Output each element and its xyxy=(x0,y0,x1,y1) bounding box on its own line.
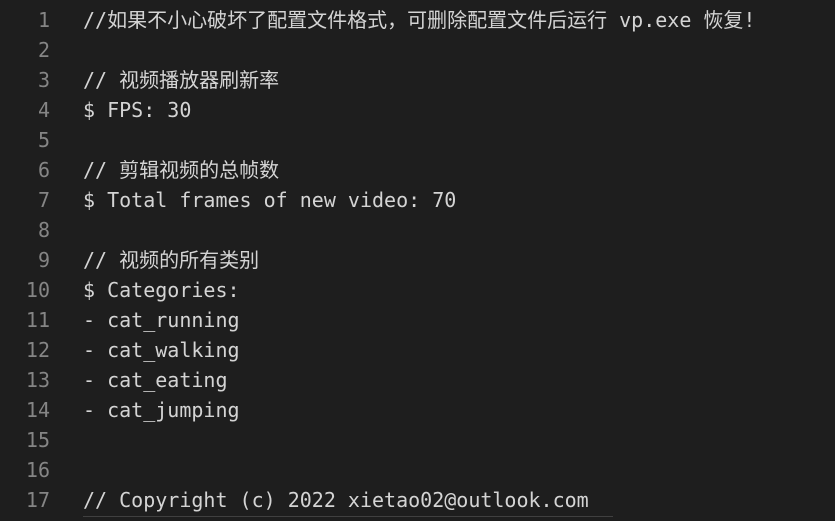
line-number: 8 xyxy=(37,218,50,242)
code-line[interactable]: 9 // 视频的所有类别 xyxy=(0,245,835,275)
line-text[interactable]: $ FPS: 30 xyxy=(50,95,191,125)
code-line[interactable]: 7 $ Total frames of new video: 70 xyxy=(0,185,835,215)
line-text[interactable]: - cat_jumping xyxy=(50,395,240,425)
line-number: 1 xyxy=(37,8,50,32)
line-text[interactable]: //如果不小心破坏了配置文件格式，可删除配置文件后运行 vp.exe 恢复! xyxy=(50,5,755,35)
code-line[interactable]: 11 - cat_running xyxy=(0,305,835,335)
line-number: 2 xyxy=(37,38,50,62)
code-line[interactable]: 1 //如果不小心破坏了配置文件格式，可删除配置文件后运行 vp.exe 恢复! xyxy=(0,5,835,35)
line-text[interactable]: // 剪辑视频的总帧数 xyxy=(50,155,279,185)
code-line[interactable]: 13 - cat_eating xyxy=(0,365,835,395)
line-number: 4 xyxy=(37,98,50,122)
code-editor[interactable]: 1 //如果不小心破坏了配置文件格式，可删除配置文件后运行 vp.exe 恢复!… xyxy=(0,5,835,515)
line-text[interactable] xyxy=(50,425,83,455)
line-number: 9 xyxy=(37,248,50,272)
code-line[interactable]: 8 xyxy=(0,215,835,245)
line-text[interactable] xyxy=(50,125,83,155)
line-number: 3 xyxy=(37,68,50,92)
line-number: 11 xyxy=(25,308,50,332)
line-number: 16 xyxy=(25,458,50,482)
line-text[interactable] xyxy=(50,215,83,245)
code-line[interactable]: 17 // Copyright (c) 2022 xietao02@outloo… xyxy=(0,485,835,515)
code-line[interactable]: 16 xyxy=(0,455,835,485)
code-line[interactable]: 6 // 剪辑视频的总帧数 xyxy=(0,155,835,185)
code-line[interactable]: 10 $ Categories: xyxy=(0,275,835,305)
line-number: 7 xyxy=(37,188,50,212)
line-number: 17 xyxy=(25,488,50,512)
line-text[interactable]: $ Categories: xyxy=(50,275,240,305)
line-number: 10 xyxy=(25,278,50,302)
code-line[interactable]: 3 // 视频播放器刷新率 xyxy=(0,65,835,95)
code-line[interactable]: 2 xyxy=(0,35,835,65)
line-text[interactable] xyxy=(50,455,83,485)
line-number: 5 xyxy=(37,128,50,152)
line-text[interactable]: $ Total frames of new video: 70 xyxy=(50,185,456,215)
code-line[interactable]: 14 - cat_jumping xyxy=(0,395,835,425)
code-line[interactable]: 5 xyxy=(0,125,835,155)
line-text[interactable]: // 视频播放器刷新率 xyxy=(50,65,279,95)
line-text[interactable]: - cat_walking xyxy=(50,335,240,365)
line-number: 6 xyxy=(37,158,50,182)
code-line[interactable]: 4 $ FPS: 30 xyxy=(0,95,835,125)
line-text[interactable] xyxy=(50,35,83,65)
code-line[interactable]: 15 xyxy=(0,425,835,455)
line-number: 14 xyxy=(25,398,50,422)
bottom-divider xyxy=(83,516,613,517)
code-line[interactable]: 12 - cat_walking xyxy=(0,335,835,365)
line-number: 13 xyxy=(25,368,50,392)
line-text[interactable]: - cat_eating xyxy=(50,365,228,395)
line-text[interactable]: // Copyright (c) 2022 xietao02@outlook.c… xyxy=(50,485,589,515)
line-text[interactable]: - cat_running xyxy=(50,305,240,335)
line-number: 15 xyxy=(25,428,50,452)
line-text[interactable]: // 视频的所有类别 xyxy=(50,245,259,275)
line-number: 12 xyxy=(25,338,50,362)
